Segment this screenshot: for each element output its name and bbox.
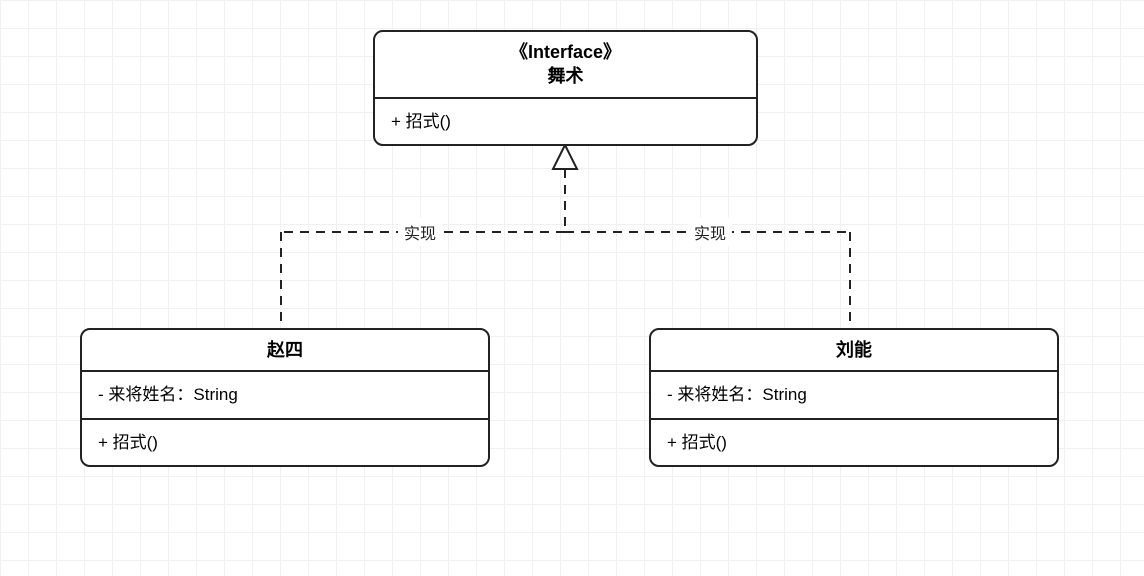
interface-name: 舞术 xyxy=(387,64,744,88)
uml-class-zhaosi: 赵四 - 来将姓名：String + 招式() xyxy=(80,328,490,467)
interface-methods: + 招式() xyxy=(375,99,756,145)
class-method: + 招式() xyxy=(667,430,1041,456)
class-title: 刘能 xyxy=(651,330,1057,372)
class-method: + 招式() xyxy=(98,430,472,456)
class-attributes: - 来将姓名：String xyxy=(82,372,488,418)
interface-stereotype: 《Interface》 xyxy=(387,40,744,64)
uml-canvas: 《Interface》 舞术 + 招式() 赵四 - 来将姓名：String +… xyxy=(0,0,1144,576)
class-attribute: - 来将姓名：String xyxy=(667,382,1041,408)
interface-method: + 招式() xyxy=(391,109,740,135)
class-name: 赵四 xyxy=(267,340,303,360)
class-attribute: - 来将姓名：String xyxy=(98,382,472,408)
class-attributes: - 来将姓名：String xyxy=(651,372,1057,418)
edge-label-right: 实现 xyxy=(688,218,732,246)
class-methods: + 招式() xyxy=(651,418,1057,466)
class-methods: + 招式() xyxy=(82,418,488,466)
edge-label-left: 实现 xyxy=(398,218,442,246)
uml-interface-title: 《Interface》 舞术 xyxy=(375,32,756,99)
class-name: 刘能 xyxy=(836,340,872,360)
uml-interface-box: 《Interface》 舞术 + 招式() xyxy=(373,30,758,146)
class-title: 赵四 xyxy=(82,330,488,372)
uml-class-liuneng: 刘能 - 来将姓名：String + 招式() xyxy=(649,328,1059,467)
